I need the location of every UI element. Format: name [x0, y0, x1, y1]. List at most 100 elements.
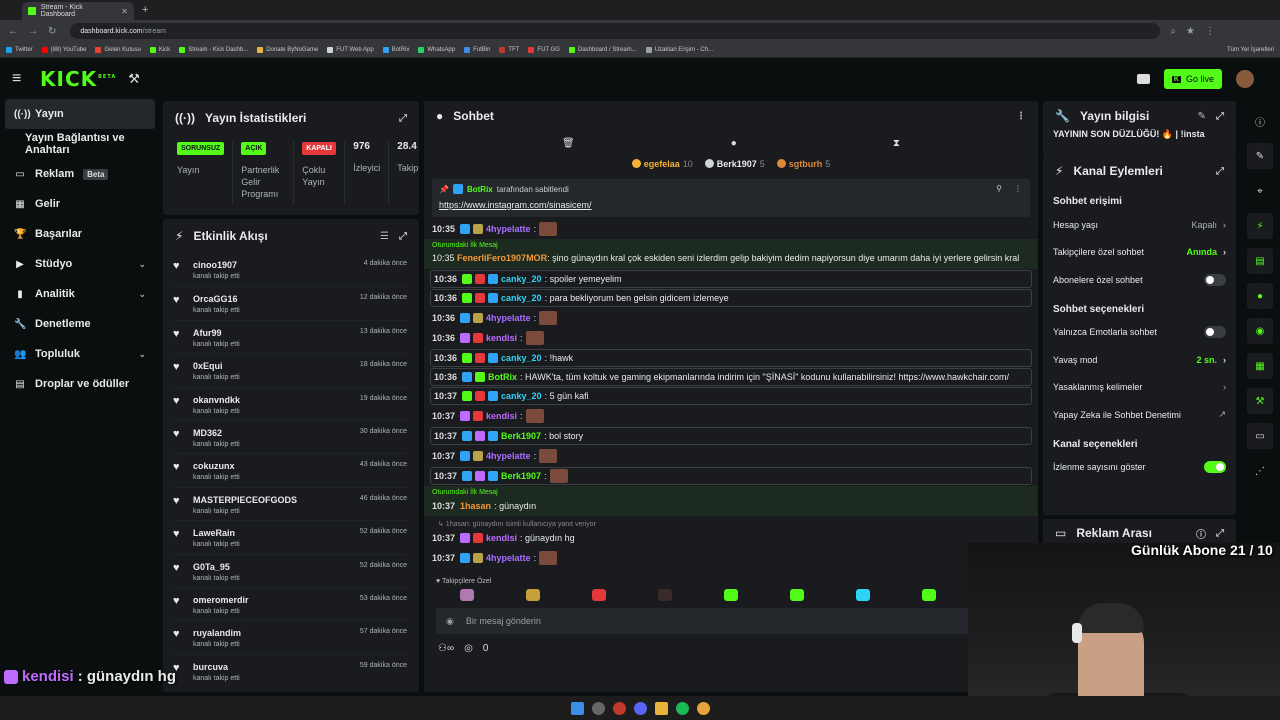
chat-username[interactable]: canky_20 [501, 391, 542, 401]
message-icon[interactable]: ● [731, 138, 737, 149]
chat-username[interactable]: 1hasan [460, 501, 491, 511]
share-icon[interactable]: ⋰ [1247, 458, 1273, 484]
info-icon[interactable]: ⓘ [1247, 108, 1273, 134]
new-tab-icon[interactable]: + [142, 4, 148, 16]
chat-username[interactable]: 4hypelatte [486, 224, 531, 234]
followers-chat-row[interactable]: Takipçilere özel sohbet Anında › [1043, 239, 1236, 267]
chat-bubble-icon[interactable]: ● [1247, 283, 1273, 309]
chat-username[interactable]: Berk1907 [501, 471, 541, 481]
bookmark-item[interactable]: Twitter [6, 46, 33, 53]
chat-username[interactable]: BotRix [488, 372, 517, 382]
hamburger-icon[interactable]: ≡ [12, 70, 36, 88]
broadcast-icon[interactable]: ◉ [1247, 318, 1273, 344]
top-gifter[interactable]: Berk1907 5 [704, 159, 765, 169]
activity-username[interactable]: cokuzunx [193, 461, 240, 471]
chrome-icon[interactable] [696, 701, 710, 715]
zoom-icon[interactable]: ⌕ [1170, 26, 1176, 37]
star-icon[interactable]: ★ [1186, 26, 1195, 37]
bookmark-item[interactable]: FUT GG [528, 46, 560, 53]
sidebar-item[interactable]: ▮ Analitik ⌄ [0, 279, 160, 309]
bookmark-item[interactable]: Dashboard / Stream... [568, 46, 637, 53]
top-gifter[interactable]: sgtburh 5 [776, 159, 830, 169]
pinned-link[interactable]: https://www.instagram.com/sinasicem/ [439, 200, 1023, 210]
emote-icon[interactable] [724, 589, 738, 601]
chat-username[interactable]: canky_20 [501, 353, 542, 363]
emoji-icon[interactable]: ◉ [446, 616, 454, 627]
chat-username[interactable]: FenerliFero1907MOR [457, 253, 547, 263]
bookmark-item[interactable]: TFT [499, 46, 519, 53]
hourglass-icon[interactable]: ⧗ [893, 138, 900, 149]
activity-username[interactable]: omeromerdir [193, 595, 249, 605]
sidebar-item[interactable]: Yayın Bağlantısı ve Anahtarı [0, 129, 160, 159]
bookmark-item[interactable]: Kick [149, 46, 170, 53]
ai-moderation-row[interactable]: Yapay Zeka ile Sohbet Denetimi ↗ [1043, 401, 1236, 429]
chat-username[interactable]: kendisi [486, 411, 517, 421]
list-icon[interactable]: ▤ [1247, 248, 1273, 274]
activity-username[interactable]: 0xEqui [193, 361, 240, 371]
activity-username[interactable]: okanvndkk [193, 395, 240, 405]
sidebar-item[interactable]: 🏆 Başarılar [0, 219, 160, 249]
filter-icon[interactable]: ☰ [380, 231, 389, 242]
kick-logo[interactable]: KICKBETA [40, 67, 116, 91]
banned-words-row[interactable]: Yasaklanmış kelimeler › [1043, 374, 1236, 402]
sidebar-item[interactable]: ((·)) Yayın [5, 99, 155, 129]
reload-icon[interactable]: ↻ [48, 26, 56, 37]
chat-username[interactable]: Berk1907 [501, 431, 541, 441]
edit-icon[interactable]: ✎ [1198, 111, 1206, 122]
search-icon[interactable] [591, 701, 605, 715]
emote-icon[interactable] [526, 589, 540, 601]
emote-icon[interactable] [460, 589, 474, 601]
go-live-button[interactable]: K Go live [1163, 69, 1222, 89]
emote-icon[interactable] [790, 589, 804, 601]
emote-icon[interactable] [922, 589, 936, 601]
activity-username[interactable]: G0Ta_95 [193, 562, 240, 572]
chat-input[interactable]: ◉ Bir mesaj gönderin [436, 608, 1026, 634]
avatar[interactable] [1236, 70, 1254, 88]
chat-username[interactable]: kendisi [486, 533, 517, 543]
popout-icon[interactable]: ⤢ [399, 113, 407, 124]
subs-chat-toggle[interactable] [1204, 273, 1226, 286]
emotes-only-toggle[interactable] [1204, 326, 1226, 339]
browser-tab[interactable]: Stream - Kick Dashboard ✕ [22, 2, 134, 20]
emote-icon[interactable] [658, 589, 672, 601]
bookmark-item[interactable]: FUT Web App [327, 46, 374, 53]
spotify-icon[interactable] [675, 701, 689, 715]
sidebar-item[interactable]: 🔧 Denetleme [0, 309, 160, 339]
kebab-menu-icon[interactable]: ⋮ [1014, 184, 1022, 193]
activity-username[interactable]: cinoo1907 [193, 260, 240, 270]
activity-username[interactable]: burcuva [193, 662, 240, 672]
bookmark-item[interactable]: Uzaktan Erişim - Ch... [645, 46, 713, 53]
chevron-down-icon[interactable]: ⌄ [138, 259, 146, 270]
trash-icon[interactable]: 🗑 [562, 138, 575, 149]
kebab-menu-icon[interactable]: ⋮ [1016, 111, 1026, 122]
sidebar-item[interactable]: 👥 Topluluk ⌄ [0, 339, 160, 369]
activity-username[interactable]: OrcaGG16 [193, 294, 240, 304]
bookmark-item[interactable]: Gelen Kutusu [95, 46, 141, 53]
users-icon[interactable]: ⚇∞ [438, 643, 454, 654]
bolt-icon[interactable]: ⚡ [1247, 213, 1273, 239]
bookmark-item[interactable]: WhatsApp [418, 46, 455, 53]
tv-icon[interactable]: ▭ [1247, 423, 1273, 449]
pin-icon[interactable]: ⚲ [996, 184, 1002, 193]
chat-username[interactable]: 4hypelatte [486, 451, 531, 461]
close-icon[interactable]: ✕ [121, 7, 128, 16]
popout-icon[interactable]: ⤢ [399, 231, 407, 242]
all-bookmarks-button[interactable]: Tüm Yer İşaretleri [1227, 47, 1274, 53]
popout-icon[interactable]: ⤢ [1216, 111, 1224, 122]
sidebar-item[interactable]: ▭ Reklam Beta [0, 159, 160, 189]
back-icon[interactable]: ← [8, 26, 18, 37]
windows-start-icon[interactable] [570, 701, 584, 715]
wrench-icon[interactable]: ⚒ [1247, 388, 1273, 414]
slow-mode-row[interactable]: Yavaş mod 2 sn. › [1043, 346, 1236, 374]
forward-icon[interactable]: → [28, 26, 38, 37]
sidebar-item[interactable]: ▦ Gelir [0, 189, 160, 219]
bookmark-item[interactable]: Stream - Kick Dashb... [179, 46, 248, 53]
activity-username[interactable]: MD362 [193, 428, 240, 438]
folder-icon[interactable] [654, 701, 668, 715]
chat-username[interactable]: canky_20 [501, 274, 542, 284]
chevron-down-icon[interactable]: ⌄ [138, 349, 146, 360]
camera-icon[interactable] [1136, 74, 1150, 84]
bookmark-item[interactable]: BotRix [382, 46, 409, 53]
hammer-icon[interactable]: ⚒ [128, 71, 140, 87]
sidebar-item[interactable]: ▤ Droplar ve ödüller [0, 369, 160, 399]
